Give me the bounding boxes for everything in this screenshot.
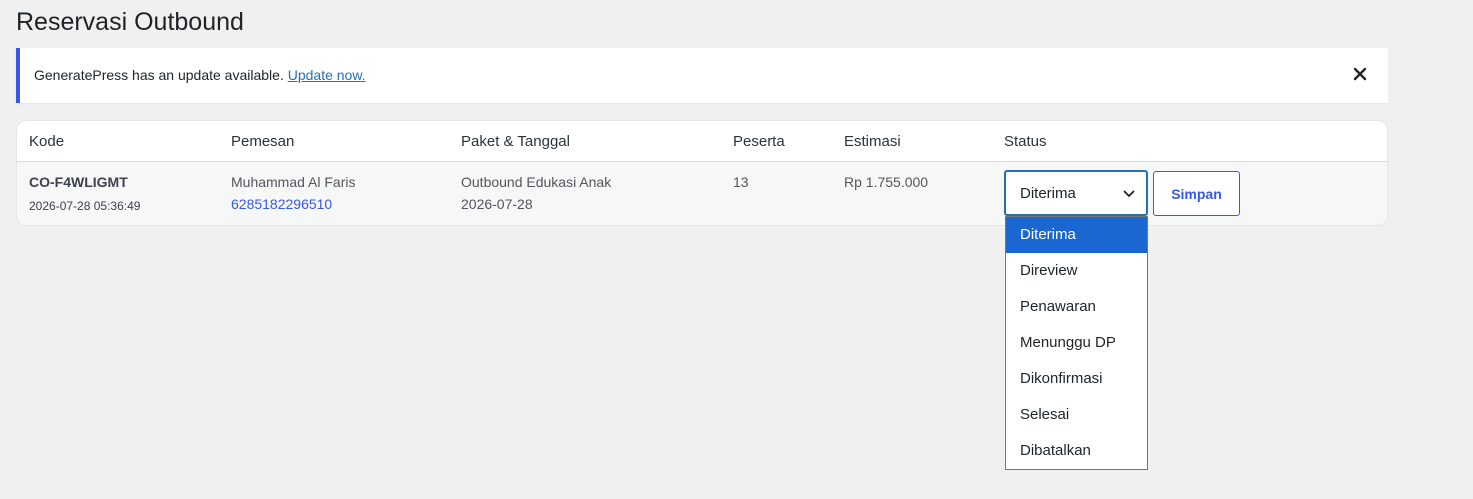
page-title: Reservasi Outbound [16,8,244,36]
status-option-menunggu-dp[interactable]: Menunggu DP [1006,325,1147,361]
notice-text: GeneratePress has an update available. [34,67,288,83]
package-date: 2026-07-28 [461,196,533,212]
status-select[interactable]: Diterima [1004,170,1148,216]
reservation-datetime: 2026-07-28 05:36:49 [29,199,141,213]
header-paket-tanggal: Paket & Tanggal [461,133,570,150]
package-name: Outbound Edukasi Anak [461,174,612,190]
chevron-down-icon [1123,190,1135,197]
participant-count: 13 [733,174,749,190]
header-kode: Kode [29,133,65,150]
header-peserta: Peserta [733,133,785,150]
close-icon[interactable] [1350,64,1370,84]
status-option-diterima[interactable]: Diterima [1006,217,1147,253]
status-option-direview[interactable]: Direview [1006,253,1147,289]
header-status: Status [1004,133,1047,150]
reservation-code: CO-F4WLIGMT [29,174,128,190]
status-option-penawaran[interactable]: Penawaran [1006,289,1147,325]
customer-name: Muhammad Al Faris [231,174,356,190]
estimate-price: Rp 1.755.000 [844,174,929,190]
status-option-dibatalkan[interactable]: Dibatalkan [1006,433,1147,469]
page: Reservasi Outbound GeneratePress has an … [0,0,1473,499]
update-notice: GeneratePress has an update available. U… [16,48,1388,103]
table-header: Kode Pemesan Paket & Tanggal Peserta Est… [17,121,1387,162]
notice-message: GeneratePress has an update available. U… [34,66,366,84]
status-option-dikonfirmasi[interactable]: Dikonfirmasi [1006,361,1147,397]
update-now-link[interactable]: Update now. [288,67,366,83]
header-pemesan: Pemesan [231,133,295,150]
save-button[interactable]: Simpan [1153,171,1240,216]
status-dropdown-list: Diterima Direview Penawaran Menunggu DP … [1005,216,1148,470]
status-select-value: Diterima [1020,185,1076,202]
customer-phone-link[interactable]: 6285182296510 [231,195,332,213]
status-option-selesai[interactable]: Selesai [1006,397,1147,433]
header-estimasi: Estimasi [844,133,901,150]
